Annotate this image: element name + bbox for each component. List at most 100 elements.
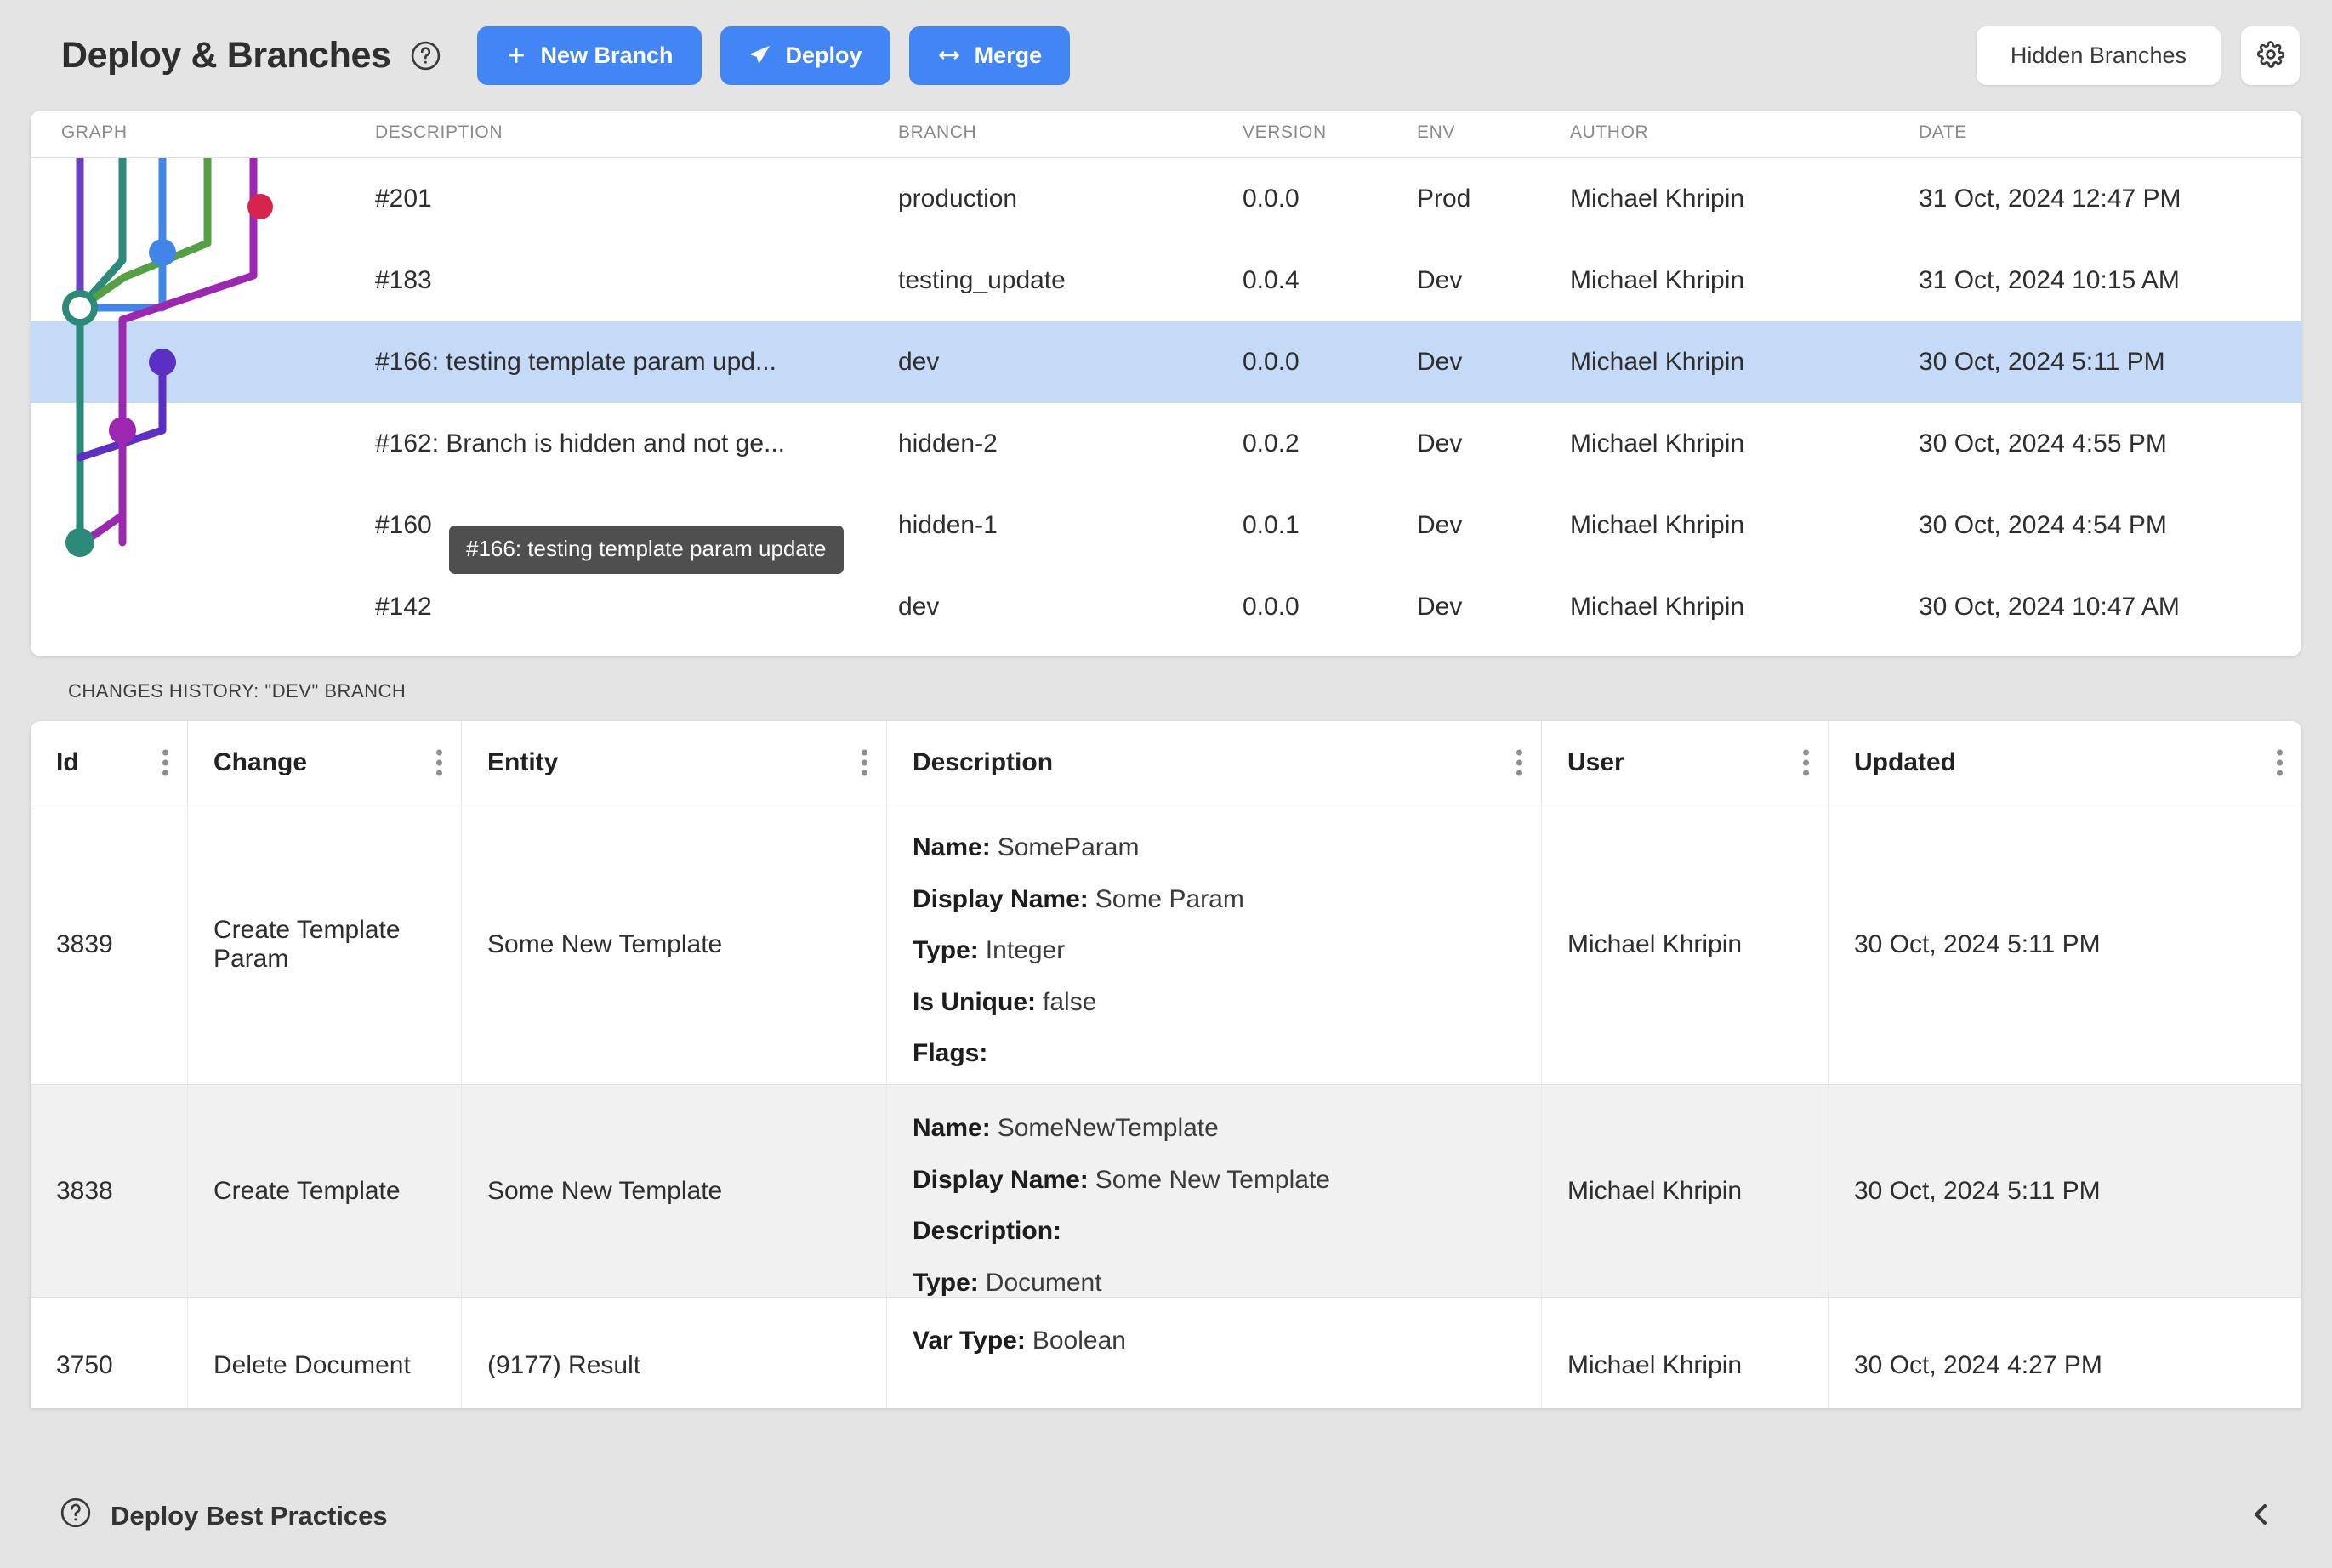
grid-data-row[interactable]: 3750 Delete Document (9177) Result Var T… bbox=[31, 1298, 2301, 1408]
grid-data-row[interactable]: 3838 Create Template Some New Template N… bbox=[31, 1085, 2301, 1298]
deploy-best-practices-link[interactable]: Deploy Best Practices bbox=[60, 1497, 388, 1536]
cell-entity: Some New Template bbox=[462, 1085, 887, 1297]
column-header-graph: GRAPH bbox=[31, 119, 375, 143]
branch-description: #183 bbox=[375, 266, 898, 295]
column-header-branch: BRANCH bbox=[898, 119, 1243, 143]
column-header-description: DESCRIPTION bbox=[375, 119, 898, 143]
detail-line: Type:Document bbox=[913, 1269, 1516, 1298]
changes-history-label: CHANGES HISTORY: "DEV" BRANCH bbox=[0, 656, 2332, 721]
grid-data-row[interactable]: 3839 Create Template Param Some New Temp… bbox=[31, 804, 2301, 1085]
detail-key: Type: bbox=[913, 1269, 979, 1297]
deploy-button[interactable]: Deploy bbox=[720, 26, 890, 85]
branch-author: Michael Khripin bbox=[1570, 511, 1919, 540]
cell-updated: 30 Oct, 2024 5:11 PM bbox=[1829, 804, 2301, 1084]
branch-author: Michael Khripin bbox=[1570, 348, 1919, 377]
gear-icon bbox=[2256, 40, 2285, 71]
detail-line: Display Name:Some Param bbox=[913, 885, 1516, 915]
branch-date: 30 Oct, 2024 10:47 AM bbox=[1919, 593, 2301, 622]
plus-icon bbox=[505, 44, 527, 66]
branch-table-body: #201 production 0.0.0 Prod Michael Khrip… bbox=[31, 158, 2301, 648]
column-header-author: AUTHOR bbox=[1570, 119, 1919, 143]
table-row[interactable]: #160 hidden-1 0.0.1 Dev Michael Khripin … bbox=[31, 485, 2301, 566]
column-menu-icon-updated[interactable] bbox=[2277, 749, 2283, 775]
branch-name: testing_update bbox=[898, 266, 1243, 295]
branch-author: Michael Khripin bbox=[1570, 429, 1919, 458]
cell-id: 3750 bbox=[31, 1298, 188, 1408]
column-menu-icon-change[interactable] bbox=[436, 749, 442, 775]
branch-version: 0.0.0 bbox=[1243, 348, 1417, 377]
collapse-panel-button[interactable] bbox=[2237, 1492, 2284, 1540]
detail-line: Type:Integer bbox=[913, 936, 1516, 966]
detail-key: Name: bbox=[913, 833, 991, 861]
branch-name: hidden-1 bbox=[898, 511, 1243, 540]
grid-column-label-description: Description bbox=[913, 748, 1053, 777]
cell-user: Michael Khripin bbox=[1542, 1085, 1829, 1297]
branch-env: Dev bbox=[1417, 266, 1570, 295]
cell-change: Create Template bbox=[188, 1085, 462, 1297]
branch-graph-panel: GRAPH DESCRIPTION BRANCH VERSION ENV AUT… bbox=[31, 111, 2301, 656]
question-circle-icon[interactable] bbox=[410, 40, 441, 71]
detail-key: Is Unique: bbox=[913, 988, 1036, 1016]
column-menu-icon-entity[interactable] bbox=[862, 749, 867, 775]
grid-column-label-updated: Updated bbox=[1854, 748, 1956, 777]
detail-line: Name:SomeNewTemplate bbox=[913, 1114, 1516, 1144]
branch-date: 30 Oct, 2024 4:55 PM bbox=[1919, 429, 2301, 458]
branch-env: Dev bbox=[1417, 593, 1570, 622]
page-footer: Deploy Best Practices bbox=[0, 1464, 2332, 1568]
merge-button[interactable]: Merge bbox=[909, 26, 1071, 85]
grid-column-label-id: Id bbox=[56, 748, 79, 777]
table-row-selected[interactable]: #166: testing template param upd... dev … bbox=[31, 321, 2301, 403]
grid-header-row: Id Change Entity Description User Update… bbox=[31, 721, 2301, 804]
detail-line: Is Unique:false bbox=[913, 988, 1516, 1018]
branch-version: 0.0.4 bbox=[1243, 266, 1417, 295]
hidden-branches-button[interactable]: Hidden Branches bbox=[1977, 26, 2221, 85]
detail-key: Flags: bbox=[913, 1039, 987, 1067]
detail-value: Document bbox=[986, 1269, 1102, 1297]
changes-history-grid: Id Change Entity Description User Update… bbox=[31, 721, 2301, 1408]
grid-column-header-updated[interactable]: Updated bbox=[1829, 721, 2301, 804]
detail-key: Name: bbox=[913, 1114, 991, 1142]
branch-name: dev bbox=[898, 348, 1243, 377]
detail-value: Integer bbox=[986, 936, 1065, 964]
footer-link-label: Deploy Best Practices bbox=[111, 1501, 388, 1531]
branch-version: 0.0.0 bbox=[1243, 185, 1417, 213]
detail-line: Flags: bbox=[913, 1039, 1516, 1069]
table-row[interactable]: #142 dev 0.0.0 Dev Michael Khripin 30 Oc… bbox=[31, 566, 2301, 648]
branch-name: production bbox=[898, 185, 1243, 213]
branch-author: Michael Khripin bbox=[1570, 266, 1919, 295]
branch-table-header: GRAPH DESCRIPTION BRANCH VERSION ENV AUT… bbox=[31, 111, 2301, 158]
table-row[interactable]: #162: Branch is hidden and not ge... hid… bbox=[31, 403, 2301, 485]
grid-column-label-user: User bbox=[1567, 748, 1624, 777]
detail-line: Description: bbox=[913, 1217, 1516, 1247]
table-row[interactable]: #201 production 0.0.0 Prod Michael Khrip… bbox=[31, 158, 2301, 240]
detail-line: Display Name:Some New Template bbox=[913, 1166, 1516, 1196]
grid-column-header-user[interactable]: User bbox=[1542, 721, 1829, 804]
detail-key: Display Name: bbox=[913, 885, 1089, 913]
cell-user: Michael Khripin bbox=[1542, 1298, 1829, 1408]
settings-button[interactable] bbox=[2241, 26, 2300, 85]
detail-line: Var Type:Boolean bbox=[913, 1327, 1516, 1356]
branch-description: #166: testing template param upd... bbox=[375, 348, 898, 377]
branch-author: Michael Khripin bbox=[1570, 593, 1919, 622]
branch-description: #162: Branch is hidden and not ge... bbox=[375, 429, 898, 458]
new-branch-button[interactable]: New Branch bbox=[477, 26, 702, 85]
branch-name: dev bbox=[898, 593, 1243, 622]
cell-entity: (9177) Result bbox=[462, 1298, 887, 1408]
page-title: Deploy & Branches bbox=[61, 35, 391, 77]
column-menu-icon-id[interactable] bbox=[162, 749, 168, 775]
grid-column-header-description[interactable]: Description bbox=[887, 721, 1542, 804]
column-menu-icon-user[interactable] bbox=[1803, 749, 1809, 775]
table-row[interactable]: #183 testing_update 0.0.4 Dev Michael Kh… bbox=[31, 240, 2301, 321]
merge-label: Merge bbox=[975, 43, 1043, 69]
branch-env: Dev bbox=[1417, 429, 1570, 458]
column-header-env: ENV bbox=[1417, 119, 1570, 143]
grid-column-header-change[interactable]: Change bbox=[188, 721, 462, 804]
column-menu-icon-description[interactable] bbox=[1516, 749, 1522, 775]
cell-change: Delete Document bbox=[188, 1298, 462, 1408]
grid-column-header-id[interactable]: Id bbox=[31, 721, 188, 804]
detail-key: Type: bbox=[913, 936, 979, 964]
branch-version: 0.0.0 bbox=[1243, 593, 1417, 622]
cell-description: Name:SomeNewTemplate Display Name:Some N… bbox=[887, 1085, 1542, 1297]
cell-user: Michael Khripin bbox=[1542, 804, 1829, 1084]
grid-column-header-entity[interactable]: Entity bbox=[462, 721, 887, 804]
